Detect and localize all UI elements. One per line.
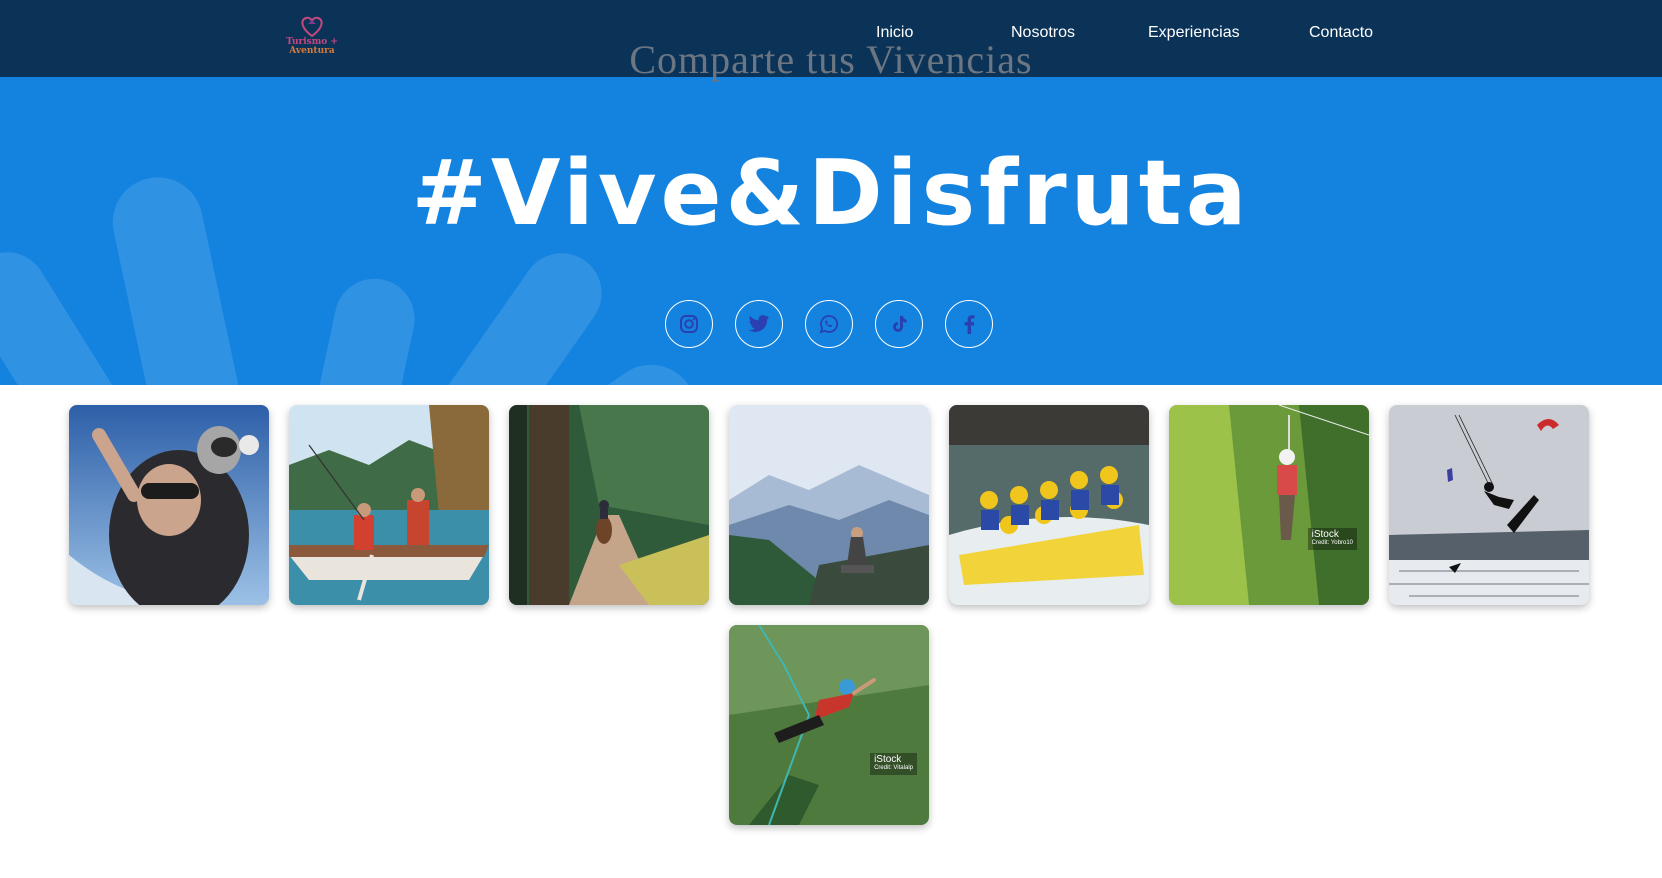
photo-kitesurf[interactable]: [1389, 405, 1589, 605]
tiktok-button[interactable]: [875, 300, 923, 348]
top-navbar: Turismo + Aventura Inicio Nosotros Exper…: [0, 0, 1662, 77]
instagram-button[interactable]: [665, 300, 713, 348]
twitter-button[interactable]: [735, 300, 783, 348]
mountain-view-image: [729, 405, 929, 605]
nav-experiencias[interactable]: Experiencias: [1148, 24, 1240, 42]
skydiving-image: [69, 405, 269, 605]
photo-rafting[interactable]: [949, 405, 1149, 605]
istock-watermark: iStock Credit: Vitalalp: [870, 753, 917, 775]
tiktok-icon: [893, 316, 907, 332]
photo-skydiving[interactable]: [69, 405, 269, 605]
photo-horse-trail[interactable]: [509, 405, 709, 605]
nav-contacto[interactable]: Contacto: [1309, 24, 1373, 42]
hero-hashtag: #Vive&Disfruta: [411, 141, 1251, 246]
zipline-image: [1169, 405, 1369, 605]
facebook-icon: [964, 315, 975, 334]
nav-nosotros[interactable]: Nosotros: [1011, 24, 1075, 42]
nav-inicio[interactable]: Inicio: [876, 24, 913, 42]
twitter-icon: [748, 315, 770, 332]
hero-banner: #Vive&Disfruta: [0, 77, 1662, 385]
photo-bungee[interactable]: iStock Credit: Vitalalp: [729, 625, 929, 825]
main-nav: Inicio Nosotros Experiencias Contacto: [0, 24, 1662, 50]
rafting-image: [949, 405, 1149, 605]
whatsapp-icon: [819, 315, 838, 334]
photo-mountain-view[interactable]: [729, 405, 929, 605]
istock-watermark: iStock Credit: Yobro10: [1307, 528, 1357, 550]
whatsapp-button[interactable]: [805, 300, 853, 348]
photo-boat-fishing[interactable]: [289, 405, 489, 605]
photo-zipline[interactable]: iStock Credit: Yobro10: [1169, 405, 1369, 605]
horse-trail-image: [509, 405, 709, 605]
instagram-icon: [680, 315, 698, 333]
kitesurf-image: [1389, 405, 1589, 605]
boat-fishing-image: [289, 405, 489, 605]
social-links: [0, 300, 1662, 350]
bungee-image: [729, 625, 929, 825]
facebook-button[interactable]: [945, 300, 993, 348]
